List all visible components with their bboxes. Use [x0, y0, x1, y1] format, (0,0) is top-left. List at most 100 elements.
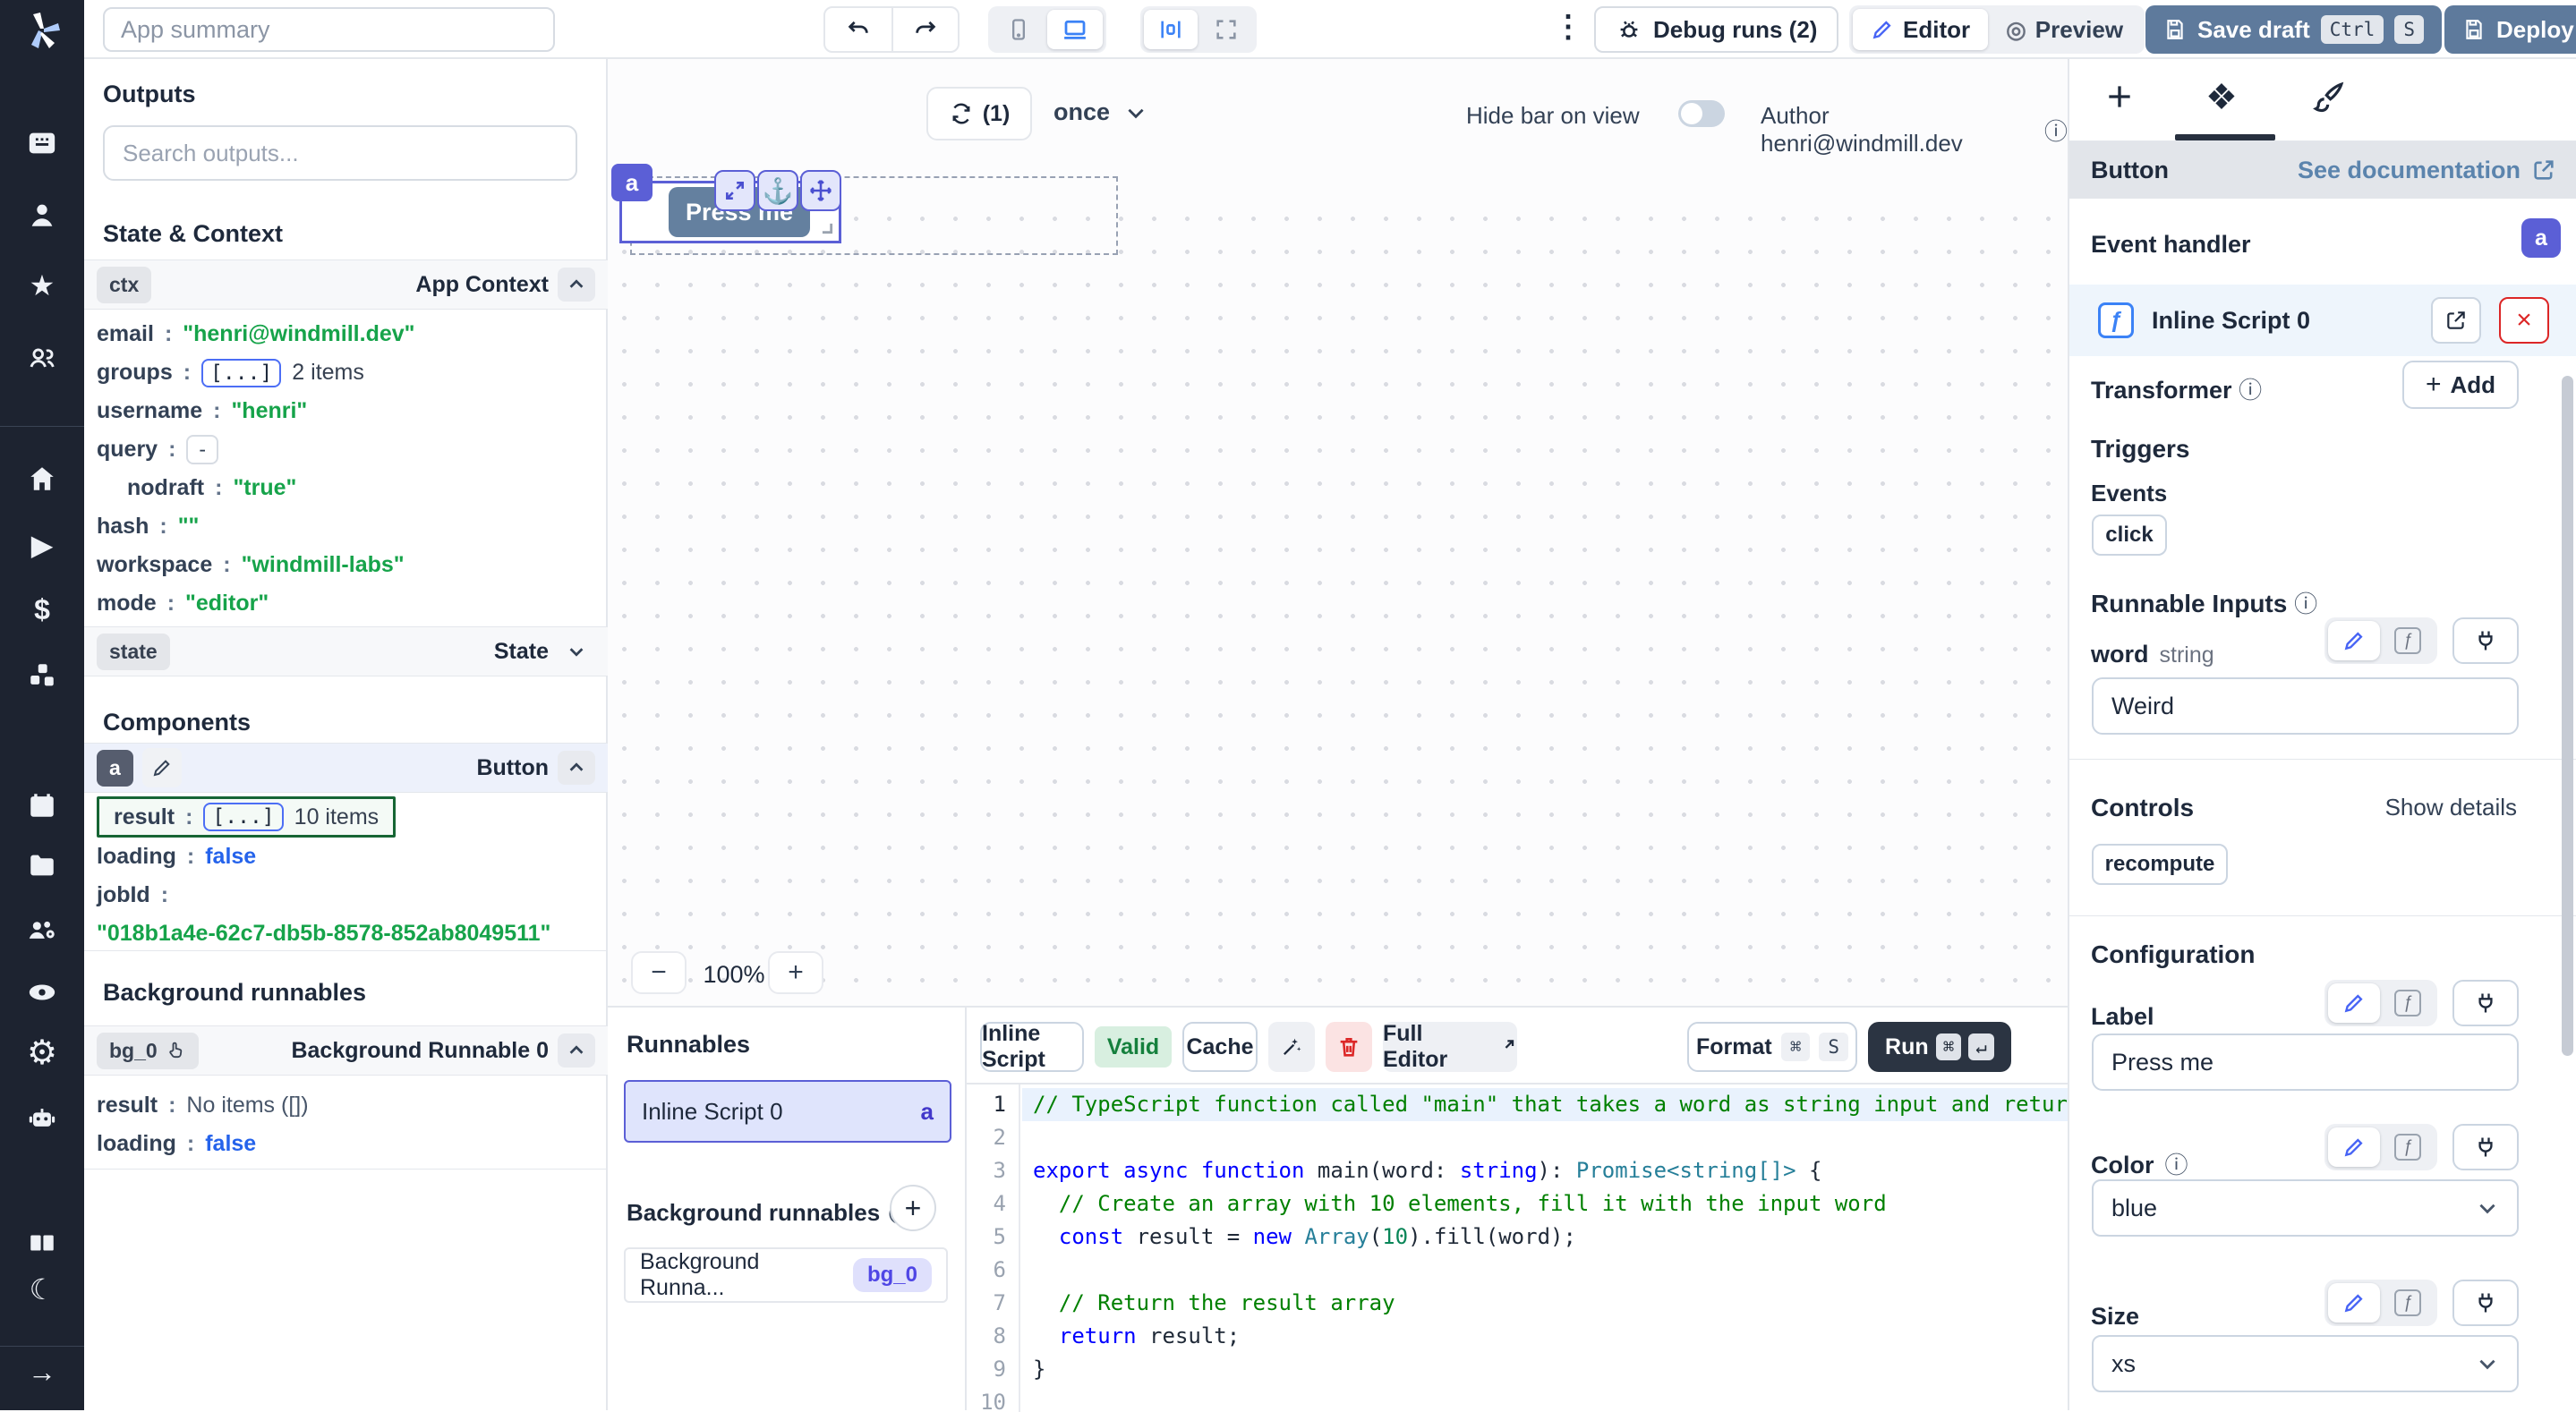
- search-outputs-input[interactable]: [103, 125, 577, 181]
- connect-input-button[interactable]: [2452, 980, 2519, 1026]
- zoom-out-button[interactable]: −: [631, 951, 687, 994]
- run-button[interactable]: Run ⌘ ↵: [1868, 1022, 2011, 1072]
- connect-input-button[interactable]: [2452, 1280, 2519, 1326]
- moon-icon[interactable]: ☾: [0, 1274, 84, 1305]
- eye-icon[interactable]: [0, 977, 84, 1008]
- app-summary-input[interactable]: [103, 7, 555, 52]
- static-mode-button[interactable]: [2328, 983, 2380, 1023]
- ctx-header[interactable]: ctx App Context: [84, 259, 608, 310]
- code-line[interactable]: return result;: [1022, 1320, 2068, 1353]
- user-group-gear-icon[interactable]: [0, 914, 84, 945]
- calendar-icon[interactable]: [0, 790, 84, 821]
- rename-component-button[interactable]: [142, 748, 182, 787]
- expand-handle[interactable]: [714, 170, 755, 211]
- label-input[interactable]: [2092, 1033, 2519, 1091]
- mobile-view-button[interactable]: [992, 10, 1045, 49]
- app-window-icon[interactable]: [0, 128, 84, 158]
- connect-input-button[interactable]: [2452, 617, 2519, 664]
- desktop-view-button[interactable]: [1047, 10, 1103, 49]
- inline-script-tab[interactable]: Inline Script: [980, 1022, 1084, 1072]
- static-mode-button[interactable]: [2328, 621, 2380, 660]
- zoom-in-button[interactable]: +: [768, 951, 823, 994]
- show-details-link[interactable]: Show details: [2385, 794, 2517, 821]
- fullwidth-layout-button[interactable]: [1199, 10, 1253, 49]
- see-documentation-link[interactable]: See documentation: [2298, 157, 2556, 184]
- collapse-button[interactable]: [558, 1033, 595, 1068]
- word-input[interactable]: [2092, 677, 2519, 735]
- save-draft-button[interactable]: Save draft Ctrl S: [2145, 5, 2442, 54]
- open-script-button[interactable]: [2431, 297, 2481, 344]
- collapse-button[interactable]: [558, 268, 595, 302]
- anchor-handle[interactable]: ⚓: [757, 170, 798, 211]
- app-canvas[interactable]: (1) once Hide bar on view Author henri@w…: [608, 59, 2068, 1006]
- code-line[interactable]: [1022, 1254, 2068, 1287]
- array-expander[interactable]: [...]: [203, 803, 283, 831]
- static-mode-button[interactable]: [2328, 1127, 2380, 1167]
- detach-script-button[interactable]: ×: [2499, 297, 2549, 344]
- folder-icon[interactable]: [0, 850, 84, 880]
- cubes-icon[interactable]: [0, 660, 84, 691]
- state-header[interactable]: state State: [84, 626, 608, 676]
- users-icon[interactable]: [0, 343, 84, 373]
- debug-runs-button[interactable]: Debug runs (2): [1594, 6, 1838, 53]
- code-line[interactable]: }: [1022, 1353, 2068, 1386]
- code-line[interactable]: [1022, 1121, 2068, 1154]
- refresh-runnables-button[interactable]: (1): [926, 87, 1032, 140]
- expr-mode-button[interactable]: ƒ: [2382, 1127, 2434, 1167]
- centered-layout-button[interactable]: [1144, 10, 1198, 49]
- info-icon[interactable]: ⓘ: [2294, 591, 2317, 617]
- color-select[interactable]: blue: [2092, 1179, 2519, 1237]
- connect-input-button[interactable]: [2452, 1124, 2519, 1170]
- books-icon[interactable]: [0, 1228, 84, 1258]
- array-expander[interactable]: [...]: [201, 359, 281, 387]
- windmill-logo-icon[interactable]: [0, 9, 84, 52]
- info-icon[interactable]: ⓘ: [2239, 377, 2262, 404]
- delete-script-button[interactable]: [1326, 1022, 1372, 1072]
- code-editor[interactable]: 12345678910 // TypeScript function calle…: [967, 1083, 2068, 1412]
- resize-handle[interactable]: [812, 213, 835, 236]
- arrow-right-icon[interactable]: →: [0, 1357, 84, 1387]
- cache-button[interactable]: Cache: [1182, 1022, 1258, 1072]
- code-line[interactable]: // TypeScript function called "main" tha…: [1022, 1088, 2068, 1121]
- scrollbar-thumb[interactable]: [2562, 376, 2573, 1056]
- editor-tab[interactable]: Editor: [1853, 9, 1988, 50]
- move-handle[interactable]: [800, 170, 841, 211]
- full-editor-button[interactable]: Full Editor: [1383, 1022, 1517, 1072]
- code-line[interactable]: export async function main(word: string)…: [1022, 1154, 2068, 1187]
- collapse-button[interactable]: [558, 751, 595, 785]
- size-select[interactable]: xs: [2092, 1335, 2519, 1392]
- info-icon[interactable]: ⓘ: [2165, 1147, 2188, 1180]
- expand-button[interactable]: [558, 634, 595, 668]
- ai-wand-button[interactable]: [1268, 1022, 1315, 1072]
- bg-runnable-item[interactable]: Background Runna... bg_0: [624, 1247, 948, 1303]
- add-transformer-button[interactable]: + Add: [2402, 361, 2519, 409]
- expr-mode-button[interactable]: ƒ: [2382, 983, 2434, 1023]
- deploy-button[interactable]: Deploy: [2444, 5, 2576, 54]
- component-settings-tab[interactable]: ❖: [2205, 77, 2238, 118]
- gear-icon[interactable]: ⚙: [0, 1038, 84, 1068]
- home-icon[interactable]: [0, 464, 84, 494]
- static-mode-button[interactable]: [2328, 1283, 2380, 1323]
- expr-mode-button[interactable]: ƒ: [2382, 621, 2434, 660]
- robot-icon[interactable]: [0, 1102, 84, 1133]
- recompute-pill[interactable]: recompute: [2092, 844, 2228, 885]
- insert-component-tab[interactable]: [2102, 79, 2137, 115]
- component-a-header[interactable]: a Button: [84, 743, 608, 793]
- dollar-icon[interactable]: $: [0, 594, 84, 625]
- code-line[interactable]: // Create an array with 10 elements, fil…: [1022, 1187, 2068, 1221]
- code-line[interactable]: const result = new Array(10).fill(word);: [1022, 1221, 2068, 1254]
- user-icon[interactable]: [0, 200, 84, 230]
- code-lines[interactable]: // TypeScript function called "main" tha…: [1022, 1088, 2068, 1412]
- play-icon[interactable]: ▶: [0, 530, 84, 560]
- attached-script-row[interactable]: ƒ Inline Script 0 ×: [2069, 285, 2576, 356]
- format-button[interactable]: Format ⌘ S: [1687, 1022, 1857, 1072]
- undo-button[interactable]: [825, 8, 891, 51]
- preview-tab[interactable]: ◎ Preview: [1988, 9, 2141, 50]
- info-icon[interactable]: ⓘ: [2044, 114, 2068, 147]
- code-line[interactable]: // Return the result array: [1022, 1287, 2068, 1320]
- hide-bar-toggle[interactable]: [1678, 100, 1725, 127]
- styling-tab[interactable]: [2309, 79, 2347, 116]
- expr-mode-button[interactable]: ƒ: [2382, 1283, 2434, 1323]
- bg0-header[interactable]: bg_0 Background Runnable 0: [84, 1025, 608, 1076]
- redo-button[interactable]: [891, 8, 958, 51]
